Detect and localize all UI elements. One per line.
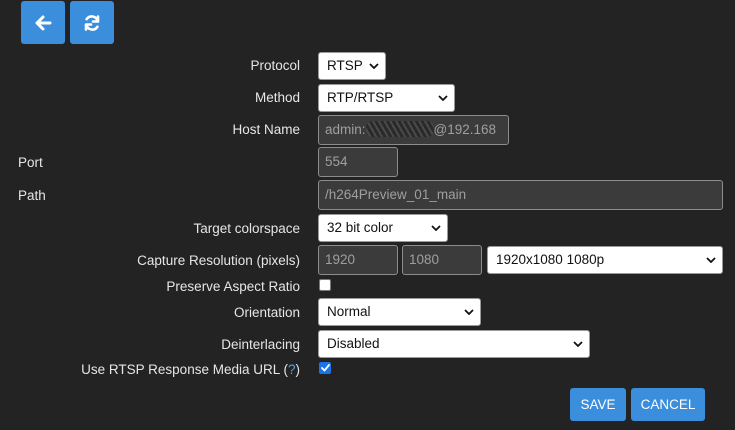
use-rtsp-response-media-url-label: Use RTSP Response Media URL (?) xyxy=(81,362,300,377)
help-link[interactable]: ? xyxy=(288,362,296,377)
orientation-label: Orientation xyxy=(233,305,300,320)
cancel-button[interactable]: CANCEL xyxy=(631,388,705,421)
deinterlacing-value: Disabled xyxy=(327,336,380,351)
redacted-credential xyxy=(365,120,434,137)
capture-width-value: 1920 xyxy=(325,252,356,267)
target-colorspace-label: Target colorspace xyxy=(193,221,300,236)
host-name-prefix: admin: xyxy=(325,122,366,137)
capture-height-input[interactable]: 1080 xyxy=(402,245,482,275)
protocol-select[interactable]: RTSP xyxy=(318,52,386,80)
deinterlacing-select[interactable]: Disabled xyxy=(318,330,590,358)
orientation-select[interactable]: Normal xyxy=(318,298,481,326)
method-label: Method xyxy=(254,90,300,105)
capture-width-input[interactable]: 1920 xyxy=(318,245,398,275)
method-value: RTP/RTSP xyxy=(327,90,394,105)
preserve-aspect-ratio-label: Preserve Aspect Ratio xyxy=(166,279,300,294)
use-rtsp-response-media-url-checkbox[interactable] xyxy=(319,362,331,374)
refresh-button[interactable] xyxy=(70,1,114,44)
capture-resolution-value: 1920x1080 1080p xyxy=(496,252,605,267)
deinterlacing-label: Deinterlacing xyxy=(221,337,300,352)
monitor-source-form: Protocol RTSP Method RTP/RTSP Host Name … xyxy=(0,0,735,430)
port-input[interactable]: 554 xyxy=(318,147,398,177)
port-value: 554 xyxy=(325,154,348,169)
preserve-aspect-ratio-checkbox[interactable] xyxy=(319,279,331,291)
target-colorspace-value: 32 bit color xyxy=(327,220,394,235)
capture-height-value: 1080 xyxy=(409,252,440,267)
capture-resolution-label: Capture Resolution (pixels) xyxy=(137,253,300,268)
port-label: Port xyxy=(18,155,43,170)
checkmark-icon xyxy=(320,364,330,372)
chevron-down-icon xyxy=(431,215,441,241)
capture-resolution-select[interactable]: 1920x1080 1080p xyxy=(487,246,723,274)
path-label: Path xyxy=(18,188,46,203)
orientation-value: Normal xyxy=(327,304,371,319)
arrow-left-icon xyxy=(35,15,52,30)
chevron-down-icon xyxy=(438,85,448,111)
host-name-suffix: @192.168 xyxy=(433,122,497,137)
protocol-value: RTSP xyxy=(327,58,363,73)
host-name-label: Host Name xyxy=(232,122,300,137)
path-input[interactable]: /h264Preview_01_main xyxy=(318,180,723,210)
protocol-label: Protocol xyxy=(250,58,300,73)
host-name-input[interactable]: admin: @192.168 xyxy=(318,115,509,145)
back-button[interactable] xyxy=(21,1,65,44)
refresh-icon xyxy=(84,14,100,31)
chevron-down-icon xyxy=(369,53,379,79)
chevron-down-icon xyxy=(706,247,716,273)
chevron-down-icon xyxy=(464,299,474,325)
save-button[interactable]: SAVE xyxy=(570,388,626,421)
path-value: /h264Preview_01_main xyxy=(325,187,467,202)
chevron-down-icon xyxy=(573,331,583,357)
target-colorspace-select[interactable]: 32 bit color xyxy=(318,214,448,242)
method-select[interactable]: RTP/RTSP xyxy=(318,84,455,112)
